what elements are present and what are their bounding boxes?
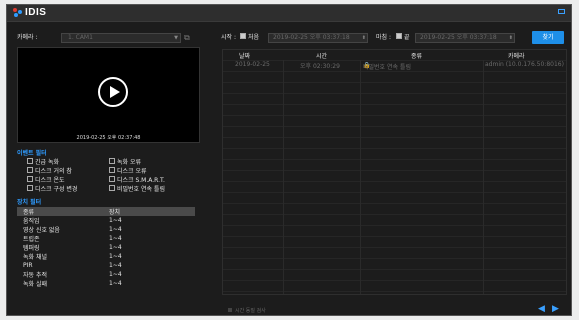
table-row[interactable]: 움직임 1~4: [17, 216, 195, 225]
table-row[interactable]: 자동 추적 1~4: [17, 270, 195, 279]
event-filter-item[interactable]: 디스크 거의 참: [27, 166, 72, 175]
device-table-header: 종류 장치: [17, 207, 195, 216]
table-row[interactable]: 녹화 실패 1~4: [17, 279, 195, 288]
column-header-device: 장치: [109, 209, 121, 216]
camera-select[interactable]: 1. CAM1 ▼: [61, 33, 181, 43]
prev-page-icon[interactable]: ◀: [538, 304, 545, 314]
results-header: 날짜 시간 종류 카메라: [223, 50, 566, 60]
event-filter-item[interactable]: 디스크 온도: [27, 175, 65, 184]
checkbox-icon[interactable]: [27, 167, 33, 173]
start-first-checkbox[interactable]: 처음: [240, 33, 259, 43]
idis-logo: IDIS: [13, 7, 46, 18]
column-header-type: 종류: [411, 53, 423, 60]
video-preview[interactable]: 2019-02-25 오후 02:37:48: [17, 47, 200, 143]
start-datetime-input[interactable]: 2019-02-25 오후 03:37:18 ⬍: [268, 33, 368, 43]
start-label: 시작 :: [221, 34, 236, 41]
app-window: IDIS 카메라 : 1. CAM1 ▼ ⧉ 2019-02-25 오후 02:…: [6, 4, 572, 316]
spinner-icon[interactable]: ⬍: [509, 34, 513, 42]
column-header-date: 날짜: [239, 53, 251, 60]
table-row[interactable]: 트립존 1~4: [17, 234, 195, 243]
table-row[interactable]: 영상 신호 없음 1~4: [17, 225, 195, 234]
device-filter-table: 종류 장치 움직임 1~4 영상 신호 없음 1~4 트립존 1~4 템퍼링 1~4 녹…: [17, 207, 195, 288]
video-timestamp: 2019-02-25 오후 02:37:48: [76, 135, 141, 141]
camera-options-icon[interactable]: ⧉: [184, 33, 194, 43]
event-filter-title: 이벤트 필터: [17, 150, 47, 157]
checkbox-icon[interactable]: [109, 167, 115, 173]
time-check-checkbox[interactable]: 시간 동질 검사: [228, 307, 266, 314]
play-icon[interactable]: [98, 77, 128, 107]
device-filter-title: 장치 필터: [17, 199, 42, 206]
checkbox-icon[interactable]: [109, 176, 115, 182]
table-row[interactable]: 2019-02-25 오후 02:30:29 🔒 비밀번호 연속 틀림 admi…: [223, 60, 566, 71]
camera-label: 카메라 :: [17, 34, 38, 41]
table-row[interactable]: PIR 1~4: [17, 261, 195, 270]
table-row[interactable]: 템퍼링 1~4: [17, 243, 195, 252]
checkbox-icon[interactable]: [396, 33, 402, 39]
logo-mark-icon: [13, 7, 23, 18]
logo-text: IDIS: [25, 7, 47, 18]
row-date: 2019-02-25: [235, 61, 270, 68]
event-filter-item[interactable]: 디스크 S.M.A.R.T.: [109, 175, 165, 184]
column-header-camera: 카메라: [508, 53, 525, 60]
checkbox-icon[interactable]: [240, 33, 246, 39]
end-label: 마침 :: [376, 34, 391, 41]
checkbox-icon[interactable]: [109, 185, 115, 191]
row-camera: admin (10.0.176.50:8016): [485, 61, 564, 68]
event-filter-item[interactable]: 긴급 녹화: [27, 157, 59, 166]
event-filter-item[interactable]: 디스크 오류: [109, 166, 147, 175]
column-header-type: 종류: [23, 209, 35, 216]
end-datetime-input[interactable]: 2019-02-25 오후 03:37:18 ⬍: [415, 33, 515, 43]
window-mode-icon[interactable]: [558, 9, 565, 14]
checkbox-icon[interactable]: [228, 308, 232, 312]
table-row[interactable]: 녹화 채널 1~4: [17, 252, 195, 261]
checkbox-icon[interactable]: [27, 158, 33, 164]
column-header-time: 시간: [316, 53, 328, 60]
camera-select-value: 1. CAM1: [68, 34, 93, 41]
results-grid: 날짜 시간 종류 카메라 2019-02-25 오후 02:30:29 🔒 비밀…: [222, 49, 567, 295]
chevron-down-icon: ▼: [174, 35, 178, 41]
event-filter-item[interactable]: 디스크 구성 변경: [27, 184, 77, 193]
checkbox-icon[interactable]: [27, 176, 33, 182]
row-time: 오후 02:30:29: [300, 63, 340, 70]
spinner-icon[interactable]: ⬍: [362, 34, 366, 42]
checkbox-icon[interactable]: [27, 185, 33, 191]
event-filter-item[interactable]: 비밀번호 연속 틀림: [109, 184, 165, 193]
checkbox-icon[interactable]: [109, 158, 115, 164]
event-filter-item[interactable]: 녹화 오류: [109, 157, 141, 166]
end-last-checkbox[interactable]: 끝: [396, 33, 410, 43]
title-bar: IDIS: [7, 5, 571, 22]
search-button[interactable]: 찾기: [532, 31, 564, 44]
next-page-icon[interactable]: ▶: [552, 304, 559, 314]
